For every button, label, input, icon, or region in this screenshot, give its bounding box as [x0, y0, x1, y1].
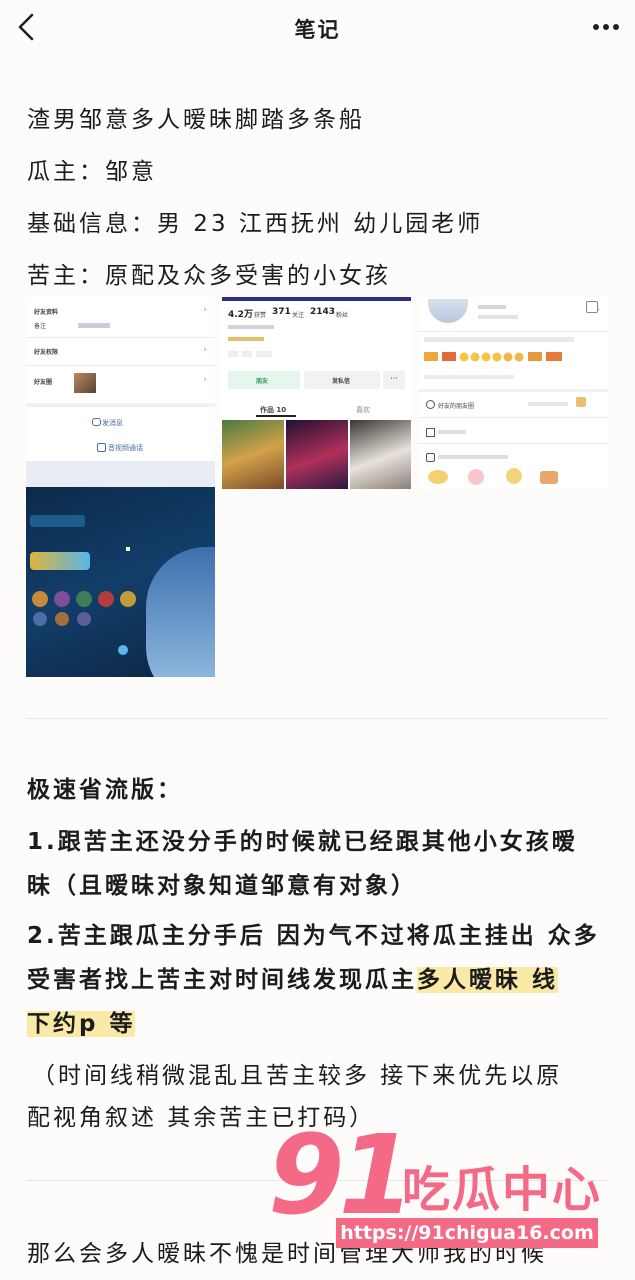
avatar [428, 299, 468, 323]
screenshot-profile-page[interactable]: 好友的朋友圈 › [418, 297, 608, 489]
divider [418, 389, 608, 392]
highlight-text: 下约p 等 [27, 1011, 136, 1037]
post-title: 渣男邹意多人暧昧脚踏多条船 [27, 107, 365, 133]
tag [242, 351, 252, 357]
profile-item-sub: 备注 [34, 323, 47, 330]
redacted-bar [228, 337, 264, 341]
redacted-bar [78, 323, 110, 328]
following-count: 371 [272, 307, 291, 317]
game-banner [30, 515, 85, 527]
friend-button-label: 朋友 [256, 378, 269, 385]
following-label: 关注 [292, 312, 305, 319]
summary-point-2-line-2: 受害者找上苦主对时间线发现瓜主多人暧昧 线 [27, 960, 559, 994]
redacted-bar [228, 325, 274, 329]
tab-indicator [256, 415, 296, 417]
top-bar: 笔记 [0, 0, 635, 56]
chevron-right-icon: › [596, 305, 600, 315]
divider [418, 443, 608, 444]
chevron-right-icon: › [203, 345, 207, 355]
fans-label: 粉丝 [336, 312, 349, 319]
info-row [424, 337, 574, 342]
section-divider [26, 718, 607, 719]
moments-thumbnail [74, 373, 96, 393]
tab-likes[interactable]: 喜欢 [356, 405, 370, 415]
watermark-number: 91 [268, 1111, 415, 1239]
message-button-label: 发私信 [332, 378, 351, 385]
call-button[interactable]: 音视频通话 [108, 443, 143, 453]
screenshot-video-profile[interactable]: 4.2万 获赞 371 关注 2143 粉丝 朋友 发私信 ··· 作品 10 … [222, 297, 411, 489]
fans-count: 2143 [310, 307, 336, 317]
more-icon[interactable]: ··· [383, 371, 405, 389]
divider [26, 403, 215, 407]
video-thumbnail[interactable] [222, 420, 284, 489]
redacted-bar [478, 305, 506, 309]
post-subject: 瓜主：邹意 [27, 159, 157, 185]
likes-label: 获赞 [254, 312, 267, 319]
chevron-right-icon: › [203, 305, 207, 315]
game-hero-icons [32, 591, 136, 626]
gift-icon [426, 453, 435, 462]
page-title: 笔记 [294, 18, 341, 42]
summary-point-1-line-1: 1.跟苦主还没分手的时候就已经跟其他小女孩暧 [27, 829, 578, 855]
summary-point-2-line-1: 2.苦主跟瓜主分手后 因为气不过将瓜主挂出 众多 [27, 923, 600, 949]
chevron-right-icon: › [203, 375, 207, 385]
profile-item-label: 好友资料 [34, 309, 59, 316]
permissions-label: 好友权限 [34, 349, 59, 356]
sparkle [126, 547, 130, 551]
moments-label: 好友圈 [34, 379, 53, 386]
highlight-text: 多人暧昧 线 [417, 967, 559, 993]
divider [418, 331, 608, 332]
post-basic-info: 基础信息：男 23 江西抚州 幼儿园老师 [27, 211, 484, 237]
moments-link[interactable]: 好友的朋友圈 [438, 401, 474, 410]
summary-point-1-line-2: 昧（且暧昧对象知道邹意有对象） [27, 873, 417, 899]
summary-point-2-line-3: 下约p 等 [27, 1004, 136, 1038]
watermark-brand: 吃瓜中心 [402, 1162, 603, 1218]
redacted-bar [438, 430, 466, 434]
tag [256, 351, 272, 357]
space-icon [426, 428, 435, 437]
tab-works[interactable]: 作品 10 [260, 405, 286, 415]
friend-button[interactable]: 朋友 [228, 371, 300, 389]
watermark-logo: 91 吃瓜中心 https://91chigua16.com [268, 1120, 628, 1250]
info-row [424, 375, 514, 379]
message-button[interactable]: 发私信 [304, 371, 380, 389]
divider [418, 417, 608, 418]
video-thumbnail[interactable] [350, 420, 411, 489]
watermark-url: https://91chigua16.com [336, 1218, 598, 1248]
level-badges [424, 352, 562, 362]
divider [26, 365, 215, 366]
moments-icon [426, 400, 435, 409]
phone-icon [97, 443, 106, 452]
divider [26, 337, 215, 338]
screenshot-contact-profile[interactable]: 好友资料 备注 › 好友权限 › 好友圈 › 发消息 音视频通话 [26, 297, 215, 677]
redacted-bar [438, 455, 508, 459]
summary-point-2-text: 受害者找上苦主对时间线发现瓜主 [27, 967, 417, 993]
thumbnail [576, 397, 586, 407]
chat-icon [92, 418, 101, 426]
gift-icons [428, 468, 558, 485]
game-screenshot [26, 487, 215, 677]
tag [228, 351, 238, 357]
likes-count: 4.2万 [228, 310, 253, 320]
game-button [118, 645, 128, 655]
video-thumbnail[interactable] [286, 420, 348, 489]
post-victims: 苦主：原配及众多受害的小女孩 [27, 263, 391, 289]
note-line-1: （时间线稍微混乱且苦主较多 接下来优先以原 [32, 1063, 563, 1089]
summary-heading: 极速省流版： [27, 777, 183, 803]
redacted-bar [528, 402, 568, 406]
game-badge [30, 552, 90, 570]
game-character [146, 547, 215, 677]
redacted-bar [478, 315, 518, 319]
send-message-button[interactable]: 发消息 [102, 418, 123, 428]
more-options-icon[interactable] [589, 10, 623, 44]
top-strip [222, 297, 411, 301]
